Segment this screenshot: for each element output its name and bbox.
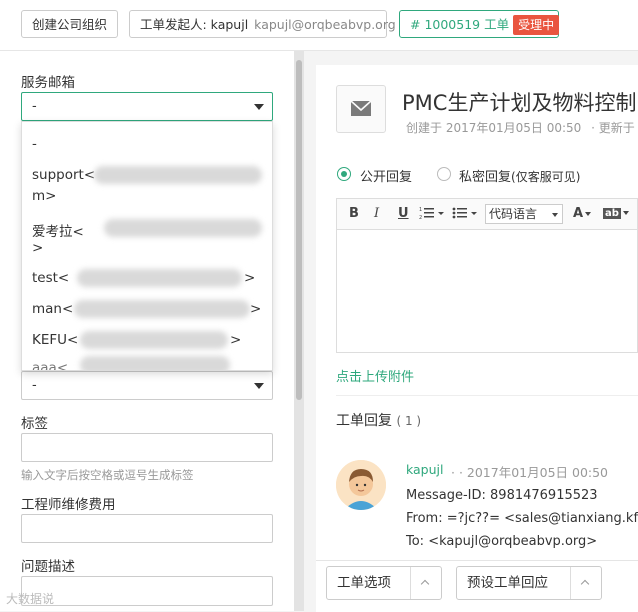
create-org-label: 创建公司组织 bbox=[32, 17, 108, 32]
svg-text:1: 1 bbox=[419, 207, 422, 213]
private-reply-label: 私密回复(仅客服可见) bbox=[459, 166, 580, 185]
editor-toolbar: B I U 12 代码语言 A ab bbox=[337, 199, 637, 230]
chevron-down-icon bbox=[254, 104, 264, 110]
reply-time: · · 2017年01月05日 00:50 bbox=[451, 465, 609, 480]
option-man-tail: > bbox=[250, 301, 262, 317]
option-support-tail: m> bbox=[32, 188, 57, 204]
ticket-options-label: 工单选项 bbox=[337, 575, 391, 591]
replies-count: ( 1 ) bbox=[396, 414, 422, 428]
redacted-email bbox=[74, 300, 250, 318]
background-color-button[interactable]: ab bbox=[603, 205, 629, 220]
option-kefu-label: KEFU< bbox=[32, 332, 79, 348]
private-reply-text: 私密回复 bbox=[459, 170, 512, 185]
service-mailbox-label: 服务邮箱 bbox=[21, 75, 75, 91]
tags-label: 标签 bbox=[21, 416, 48, 432]
dropdown-option-test[interactable]: test< bbox=[32, 270, 69, 286]
chevron-up-icon[interactable] bbox=[410, 567, 441, 599]
ticket-meta: 创建于 2017年01月05日 00:50 · 更新于 20 bbox=[406, 119, 638, 136]
chevron-down-icon bbox=[552, 213, 558, 217]
bold-button[interactable]: B bbox=[349, 206, 359, 221]
bg-color-label: ab bbox=[603, 208, 621, 219]
redacted-email bbox=[77, 269, 242, 287]
preset-reply-button[interactable]: 预设工单回应 bbox=[456, 566, 602, 600]
second-select-value: - bbox=[32, 378, 37, 393]
service-mailbox-select[interactable]: - bbox=[21, 92, 273, 121]
reply-from: From: =?jc??= <sales@tianxiang.kf5. bbox=[406, 511, 638, 526]
upload-attachment-link[interactable]: 点击上传附件 bbox=[336, 366, 414, 385]
private-reply-note: (仅客服可见) bbox=[511, 170, 581, 184]
chevron-down-icon bbox=[585, 211, 592, 216]
chevron-up-icon[interactable] bbox=[570, 567, 601, 599]
reply-author[interactable]: kapujl bbox=[406, 462, 443, 477]
code-language-label: 代码语言 bbox=[489, 207, 538, 221]
issue-description-label: 问题描述 bbox=[21, 559, 75, 575]
ticket-title: PMC生产计划及物料控制 bbox=[402, 91, 637, 115]
svg-text:2: 2 bbox=[419, 215, 422, 220]
ticket-number-tag[interactable]: # 1000519 工单 受理中 bbox=[399, 10, 560, 38]
ticket-number: # 1000519 工单 bbox=[410, 17, 510, 32]
initiator-label: 工单发起人: kapujl bbox=[140, 17, 249, 32]
dropdown-option-aaa[interactable]: aaa< bbox=[32, 360, 69, 371]
avatar bbox=[336, 460, 386, 510]
public-reply-radio[interactable] bbox=[337, 167, 351, 181]
create-org-button[interactable]: 创建公司组织 bbox=[21, 10, 119, 38]
chevron-down-icon bbox=[622, 210, 629, 215]
dropdown-option-blank[interactable]: - bbox=[32, 136, 37, 152]
created-time: 创建于 2017年01月05日 00:50 bbox=[406, 121, 582, 135]
public-reply-label: 公开回复 bbox=[360, 170, 413, 185]
option-aikaola-tail: > bbox=[32, 240, 44, 256]
option-man-label: man< bbox=[32, 301, 74, 317]
engineer-fee-label: 工程师维修费用 bbox=[21, 497, 116, 513]
tags-input[interactable] bbox=[21, 433, 273, 462]
reply-to: To: <kapujl@orqbeabvp.org> bbox=[406, 534, 598, 549]
option-aikaola-label: 爱考拉< bbox=[32, 224, 84, 240]
second-select[interactable]: - bbox=[21, 371, 273, 400]
italic-button[interactable]: I bbox=[374, 206, 379, 221]
underline-button[interactable]: U bbox=[398, 206, 409, 221]
redacted-email bbox=[94, 166, 262, 184]
dropdown-option-kefu[interactable]: KEFU< bbox=[32, 332, 78, 348]
reply-message-id: Message-ID: 8981476915523 bbox=[406, 488, 598, 503]
dropdown-option-aikaola[interactable]: 爱考拉< bbox=[32, 220, 84, 240]
service-mailbox-dropdown: - support< m> 爱考拉< > test< > man< > KEFU… bbox=[21, 121, 273, 371]
reply-editor[interactable]: B I U 12 代码语言 A ab bbox=[336, 198, 638, 353]
service-mailbox-value: - bbox=[32, 99, 37, 114]
initiator-button[interactable]: 工单发起人: kapujl kapujl@orqbeabvp.org bbox=[129, 10, 396, 38]
updated-time: · 更新于 20 bbox=[591, 121, 638, 135]
section-divider bbox=[336, 395, 638, 396]
status-badge: 受理中 bbox=[513, 15, 560, 35]
redacted-email bbox=[80, 356, 230, 370]
issue-description-input[interactable] bbox=[21, 576, 273, 606]
tags-hint: 输入文字后按空格或逗号生成标签 bbox=[21, 468, 194, 482]
dropdown-option-support[interactable]: support< bbox=[32, 167, 95, 183]
bullet-list-icon[interactable] bbox=[452, 206, 478, 224]
preset-reply-label: 预设工单回应 bbox=[467, 575, 548, 591]
font-color-button[interactable]: A bbox=[573, 206, 592, 221]
code-language-select[interactable]: 代码语言 bbox=[485, 204, 563, 224]
redacted-email bbox=[80, 331, 228, 349]
redacted-email bbox=[104, 219, 262, 237]
chevron-down-icon bbox=[254, 383, 264, 389]
dropdown-option-man[interactable]: man< bbox=[32, 301, 73, 317]
private-reply-radio[interactable] bbox=[437, 167, 451, 181]
replies-label: 工单回复 bbox=[336, 413, 392, 429]
ordered-list-icon[interactable]: 12 bbox=[419, 206, 445, 224]
option-support-label: support< bbox=[32, 167, 96, 183]
left-scrollbar-thumb[interactable] bbox=[296, 60, 302, 400]
initiator-email: kapujl@orqbeabvp.org bbox=[254, 17, 396, 32]
ticket-options-button[interactable]: 工单选项 bbox=[326, 566, 442, 600]
replies-heading: 工单回复 ( 1 ) bbox=[336, 410, 421, 430]
option-test-tail: > bbox=[244, 270, 256, 286]
option-kefu-tail: > bbox=[230, 332, 242, 348]
option-test-label: test< bbox=[32, 270, 70, 286]
font-color-label: A bbox=[573, 206, 584, 221]
watermark: 大数据说 bbox=[6, 592, 55, 606]
engineer-fee-input[interactable] bbox=[21, 514, 273, 543]
mail-icon bbox=[336, 85, 386, 133]
option-aaa-label: aaa< bbox=[32, 360, 69, 371]
